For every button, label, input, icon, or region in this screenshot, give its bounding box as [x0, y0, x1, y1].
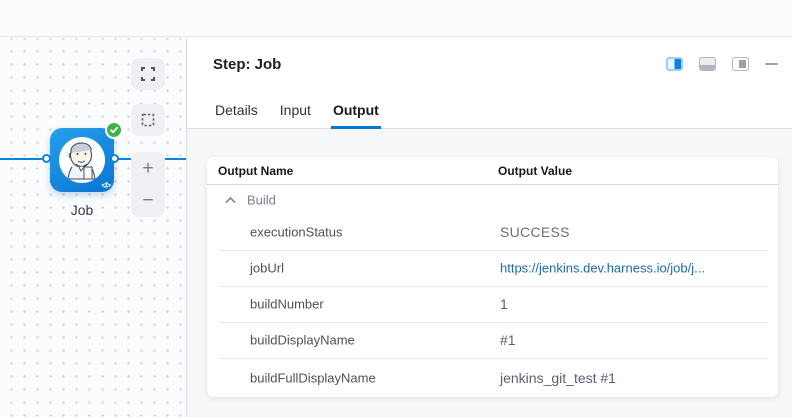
- output-value: jenkins_git_test #1: [500, 370, 616, 386]
- jenkins-logo-icon: [59, 137, 105, 183]
- table-row: jobUrl https://jenkins.dev.harness.io/jo…: [207, 250, 778, 286]
- node-label: Job: [40, 202, 124, 218]
- chevron-up-icon[interactable]: [225, 196, 236, 204]
- top-bar: [0, 0, 792, 37]
- table-group-row: Build: [207, 185, 778, 214]
- table-row: buildFullDisplayName jenkins_git_test #1: [207, 358, 778, 398]
- output-name: jobUrl: [250, 261, 284, 276]
- node-output-port[interactable]: [110, 154, 119, 163]
- canvas-fullscreen-button[interactable]: [131, 58, 165, 90]
- zoom-out-button[interactable]: −: [131, 185, 165, 218]
- table-header-row: Output Name Output Value: [207, 157, 778, 185]
- layout-right-panel-active-icon[interactable]: [666, 57, 683, 71]
- pipeline-canvas[interactable]: </> Job + −: [0, 38, 187, 417]
- output-value: #1: [500, 332, 516, 348]
- tab-details[interactable]: Details: [213, 102, 260, 129]
- output-tab-content: Output Name Output Value Build execution…: [187, 129, 792, 417]
- panel-layout-controls: [666, 57, 778, 71]
- panel-tabbar: Details Input Output: [213, 102, 381, 128]
- minimize-panel-icon[interactable]: [765, 63, 778, 66]
- output-name: buildNumber: [250, 297, 324, 312]
- output-name: buildFullDisplayName: [250, 371, 376, 386]
- status-success-badge: [105, 121, 123, 139]
- canvas-zoom-controls: + −: [131, 152, 165, 217]
- output-name: executionStatus: [250, 225, 343, 240]
- column-header-output-value: Output Value: [498, 164, 572, 178]
- tab-input[interactable]: Input: [278, 102, 313, 129]
- table-row: buildDisplayName #1: [207, 322, 778, 358]
- panel-title: Step: Job: [213, 56, 281, 73]
- minus-icon: −: [142, 191, 153, 210]
- fullscreen-icon: [140, 66, 156, 82]
- output-value: 1: [500, 296, 508, 312]
- output-value: SUCCESS: [500, 224, 570, 240]
- group-label: Build: [247, 192, 276, 207]
- step-details-panel: Step: Job Details Input Output Output Na…: [187, 38, 792, 417]
- canvas-marquee-select-button[interactable]: [131, 104, 165, 136]
- layout-bottom-panel-icon[interactable]: [699, 57, 716, 71]
- zoom-in-button[interactable]: +: [131, 152, 165, 185]
- panel-header: Step: Job Details Input Output: [187, 38, 792, 129]
- table-row: executionStatus SUCCESS: [207, 214, 778, 250]
- layout-side-panel-icon[interactable]: [732, 57, 749, 71]
- output-table-card: Output Name Output Value Build execution…: [207, 157, 778, 397]
- plus-icon: +: [142, 159, 153, 178]
- code-icon: </>: [101, 181, 110, 190]
- tab-output[interactable]: Output: [331, 102, 381, 129]
- marquee-select-icon: [140, 112, 156, 128]
- node-input-port[interactable]: [42, 154, 51, 163]
- column-header-output-name: Output Name: [218, 164, 293, 178]
- pipeline-node-job[interactable]: </>: [50, 128, 114, 192]
- table-row: buildNumber 1: [207, 286, 778, 322]
- output-value-link[interactable]: https://jenkins.dev.harness.io/job/j...: [500, 261, 705, 276]
- output-name: buildDisplayName: [250, 333, 355, 348]
